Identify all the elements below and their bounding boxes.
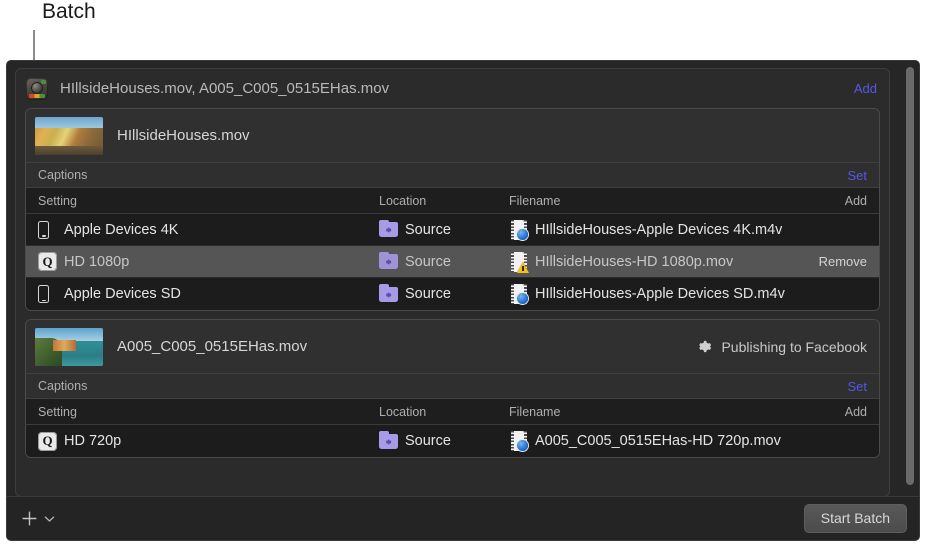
job-title: A005_C005_0515EHas.mov bbox=[117, 338, 695, 355]
table-row[interactable]: Q HD 720p Source bbox=[26, 425, 879, 457]
quicktime-document-icon bbox=[511, 431, 527, 451]
location-name: Source bbox=[405, 254, 451, 270]
outputs-table: Setting Location Filename Add Apple bbox=[26, 188, 879, 310]
compressor-app-icon bbox=[26, 78, 48, 100]
vertical-scrollbar[interactable] bbox=[904, 67, 916, 446]
captions-row: Captions Set bbox=[26, 162, 879, 188]
output-add-button[interactable]: Add bbox=[845, 405, 879, 419]
source-folder-icon bbox=[379, 434, 398, 449]
setting-name: HD 1080p bbox=[64, 254, 129, 270]
gear-glyph bbox=[384, 258, 392, 266]
batch-title: HIllsideHouses.mov, A005_C005_0515EHas.m… bbox=[60, 80, 854, 97]
batch-scroll-area[interactable]: HIllsideHouses.mov, A005_C005_0515EHas.m… bbox=[7, 61, 919, 496]
gear-icon bbox=[695, 338, 712, 355]
captions-row: Captions Set bbox=[26, 373, 879, 399]
gear-glyph bbox=[384, 291, 392, 299]
add-job-menu-button[interactable] bbox=[21, 510, 55, 527]
location-name: Source bbox=[405, 433, 451, 449]
job-title: HIllsideHouses.mov bbox=[117, 127, 867, 144]
setting-name: Apple Devices SD bbox=[64, 286, 181, 302]
job-card: A005_C005_0515EHas.mov Publishing to Fac… bbox=[25, 319, 880, 458]
column-header-location: Location bbox=[379, 405, 426, 419]
column-header-filename: Filename bbox=[509, 405, 560, 419]
captions-set-button[interactable]: Set bbox=[847, 168, 867, 183]
screenshot-root: Batch HIllsideHouses.mov, A005_C005_0515… bbox=[0, 0, 926, 545]
table-row[interactable]: Q HD 1080p Source bbox=[26, 246, 879, 278]
publishing-label: Publishing to Facebook bbox=[721, 339, 867, 355]
location-name: Source bbox=[405, 286, 451, 302]
batch-header: HIllsideHouses.mov, A005_C005_0515EHas.m… bbox=[16, 69, 889, 108]
warning-document-icon bbox=[511, 252, 527, 272]
scrollbar-thumb[interactable] bbox=[906, 67, 914, 485]
source-folder-icon bbox=[379, 254, 398, 269]
output-filename: HIllsideHouses-Apple Devices SD.m4v bbox=[535, 286, 785, 302]
source-folder-icon bbox=[379, 222, 398, 237]
callout-label: Batch bbox=[42, 0, 96, 24]
output-filename: HIllsideHouses-HD 1080p.mov bbox=[535, 254, 733, 270]
column-header-setting: Setting bbox=[38, 405, 77, 419]
plus-icon bbox=[21, 510, 38, 527]
setting-name: HD 720p bbox=[64, 433, 121, 449]
remove-output-button[interactable]: Remove bbox=[819, 254, 879, 269]
quicktime-setting-icon: Q bbox=[38, 432, 64, 451]
quicktime-document-icon bbox=[511, 284, 527, 304]
batch-add-button[interactable]: Add bbox=[854, 81, 877, 96]
job-thumbnail bbox=[35, 117, 103, 155]
chevron-down-icon bbox=[44, 515, 55, 523]
quicktime-setting-icon: Q bbox=[38, 252, 64, 271]
output-filename: A005_C005_0515EHas-HD 720p.mov bbox=[535, 433, 781, 449]
table-row[interactable]: Apple Devices SD Source bbox=[26, 278, 879, 310]
job-thumbnail bbox=[35, 328, 103, 366]
job-header[interactable]: HIllsideHouses.mov bbox=[26, 109, 879, 162]
job-card: HIllsideHouses.mov Captions Set Setting … bbox=[25, 108, 880, 311]
location-name: Source bbox=[405, 222, 451, 238]
apple-device-icon bbox=[38, 221, 64, 239]
gear-glyph bbox=[384, 438, 392, 446]
column-header-location: Location bbox=[379, 194, 426, 208]
column-header-setting: Setting bbox=[38, 194, 77, 208]
compressor-batch-window: HIllsideHouses.mov, A005_C005_0515EHas.m… bbox=[6, 60, 920, 541]
table-row[interactable]: Apple Devices 4K Source bbox=[26, 214, 879, 246]
job-header[interactable]: A005_C005_0515EHas.mov Publishing to Fac… bbox=[26, 320, 879, 373]
outputs-table: Setting Location Filename Add Q HD 720p bbox=[26, 399, 879, 457]
captions-label: Captions bbox=[38, 379, 847, 393]
bottom-toolbar: Start Batch bbox=[7, 496, 919, 540]
publishing-status[interactable]: Publishing to Facebook bbox=[695, 338, 867, 355]
column-header-filename: Filename bbox=[509, 194, 560, 208]
captions-label: Captions bbox=[38, 168, 847, 182]
output-filename: HIllsideHouses-Apple Devices 4K.m4v bbox=[535, 222, 782, 238]
batch-panel: HIllsideHouses.mov, A005_C005_0515EHas.m… bbox=[15, 68, 890, 496]
apple-device-icon bbox=[38, 285, 64, 303]
captions-set-button[interactable]: Set bbox=[847, 379, 867, 394]
table-header-row: Setting Location Filename Add bbox=[26, 399, 879, 425]
table-header-row: Setting Location Filename Add bbox=[26, 188, 879, 214]
source-folder-icon bbox=[379, 287, 398, 302]
gear-glyph bbox=[384, 226, 392, 234]
start-batch-button[interactable]: Start Batch bbox=[804, 504, 907, 533]
output-add-button[interactable]: Add bbox=[845, 194, 879, 208]
setting-name: Apple Devices 4K bbox=[64, 222, 178, 238]
quicktime-document-icon bbox=[511, 220, 527, 240]
